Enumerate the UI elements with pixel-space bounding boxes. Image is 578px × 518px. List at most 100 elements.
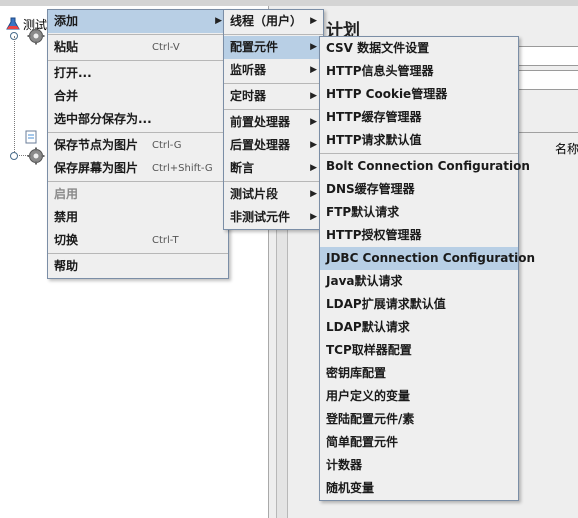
menu-item-label: 粘贴 (54, 40, 79, 54)
config-menu-item-jdbc-connection-configuration[interactable]: JDBC Connection Configuration (320, 247, 535, 270)
config-menu-item-item-18[interactable]: 简单配置元件 (320, 431, 518, 454)
document-icon (25, 130, 37, 144)
menu-item-shortcut: Ctrl-T (152, 235, 179, 246)
config-menu-item-item-17[interactable]: 登陆配置元件/素 (320, 408, 518, 431)
add-menu-item-item-3[interactable]: 监听器 ▶ (224, 59, 323, 82)
menu-item-label: HTTP Cookie管理器 (326, 87, 448, 101)
menu-item-label: 后置处理器 (230, 138, 291, 152)
menu-item-label: 监听器 (230, 63, 267, 77)
chevron-right-icon: ▶ (310, 189, 317, 199)
menu-item-label: FTP默认请求 (326, 205, 400, 219)
context-menu-item-item-11[interactable]: 启用 (48, 183, 228, 206)
config-menu-item-item-19[interactable]: 计数器 (320, 454, 518, 477)
menu-item-label: 非测试元件 (230, 210, 291, 224)
context-menu: 添加 ▶ 粘贴 Ctrl-V 打开... 合并选中部分保存为... 保存节点为图片 Ctrl-… (47, 9, 229, 279)
context-menu-item-item-8[interactable]: 保存节点为图片 Ctrl-G (48, 134, 228, 157)
menu-item-label: 前置处理器 (230, 115, 291, 129)
add-menu-item-item-11[interactable]: 测试片段 ▶ (224, 183, 323, 206)
config-menu-item-ldap[interactable]: LDAP默认请求 (320, 316, 518, 339)
config-menu-item-java[interactable]: Java默认请求 (320, 270, 518, 293)
config-menu-item-http[interactable]: HTTP请求默认值 (320, 129, 518, 152)
context-menu-item-item-12[interactable]: 禁用 (48, 206, 228, 229)
config-menu-item-http[interactable]: HTTP授权管理器 (320, 224, 518, 247)
menu-item-label: 切换 (54, 233, 79, 247)
chevron-right-icon: ▶ (310, 212, 317, 222)
menu-item-label: 选中部分保存为... (54, 112, 152, 126)
menu-item-label: 简单配置元件 (326, 435, 399, 449)
context-menu-item-item-6[interactable]: 选中部分保存为... (48, 108, 228, 131)
chevron-right-icon: ▶ (310, 91, 317, 101)
menu-separator (48, 60, 228, 61)
menu-item-label: 断言 (230, 161, 255, 175)
menu-item-label: LDAP默认请求 (326, 320, 410, 334)
menu-item-label: 启用 (54, 187, 79, 201)
add-menu-item-item-7[interactable]: 前置处理器 ▶ (224, 111, 323, 134)
menu-separator (48, 132, 228, 133)
menu-item-label: HTTP信息头管理器 (326, 64, 434, 78)
context-menu-item-item-9[interactable]: 保存屏幕为图片 Ctrl+Shift-G (48, 157, 228, 180)
config-menu-item-bolt-connection-configuration[interactable]: Bolt Connection Configuration (320, 155, 530, 178)
menu-separator (48, 34, 228, 35)
tree-expand-toggle[interactable] (10, 152, 18, 160)
menu-item-label: 添加 (54, 14, 79, 28)
config-menu-item-item-15[interactable]: 密钥库配置 (320, 362, 518, 385)
tree-connector (14, 36, 15, 156)
add-submenu: 线程（用户） ▶ 配置元件 ▶ 监听器 ▶ 定时器 ▶ 前置处理器 ▶ 后置处理器 ▶ 断言 ▶ 测试片段 ▶… (223, 9, 324, 230)
config-menu-item-ftp[interactable]: FTP默认请求 (320, 201, 518, 224)
config-menu-item-item-20[interactable]: 随机变量 (320, 477, 518, 500)
menu-item-label: LDAP扩展请求默认值 (326, 297, 446, 311)
menu-separator (224, 83, 323, 84)
menu-item-shortcut: Ctrl-V (152, 42, 180, 53)
add-menu-item-item-9[interactable]: 断言 ▶ (224, 157, 323, 180)
chevron-right-icon: ▶ (310, 65, 317, 75)
menu-separator (224, 109, 323, 110)
menu-separator (224, 181, 323, 182)
table-column-header: 名称 (555, 142, 578, 156)
config-menu-item-csv[interactable]: CSV 数据文件设置 (320, 37, 518, 60)
context-menu-item-item-0[interactable]: 添加 ▶ (48, 10, 228, 33)
config-menu-item-http[interactable]: HTTP缓存管理器 (320, 106, 518, 129)
add-menu-item-item-8[interactable]: 后置处理器 ▶ (224, 134, 323, 157)
context-menu-item-item-4[interactable]: 打开... (48, 62, 228, 85)
chevron-right-icon: ▶ (310, 16, 317, 26)
menu-item-label: Java默认请求 (326, 274, 403, 288)
config-menu-item-ldap[interactable]: LDAP扩展请求默认值 (320, 293, 518, 316)
menu-item-label: 随机变量 (326, 481, 375, 495)
menu-separator (320, 153, 518, 154)
add-menu-item-item-12[interactable]: 非测试元件 ▶ (224, 206, 323, 229)
menu-item-label: 登陆配置元件/素 (326, 412, 415, 426)
add-menu-item-item-0[interactable]: 线程（用户） ▶ (224, 10, 323, 33)
menu-item-label: 密钥库配置 (326, 366, 387, 380)
menu-separator (48, 253, 228, 254)
config-menu-item-http-cookie[interactable]: HTTP Cookie管理器 (320, 83, 518, 106)
menu-item-label: 线程（用户） (230, 14, 303, 28)
menu-item-label: 保存节点为图片 (54, 138, 139, 152)
chevron-right-icon: ▶ (310, 42, 317, 52)
tree-child-node[interactable] (24, 130, 40, 144)
flask-icon (6, 17, 20, 30)
config-menu-item-tcp[interactable]: TCP取样器配置 (320, 339, 518, 362)
menu-item-label: HTTP授权管理器 (326, 228, 422, 242)
menu-item-label: DNS缓存管理器 (326, 182, 415, 196)
menu-separator (48, 181, 228, 182)
menu-item-label: Bolt Connection Configuration (326, 159, 530, 173)
context-menu-item-item-15[interactable]: 帮助 (48, 255, 228, 278)
menu-item-label: 保存屏幕为图片 (54, 161, 139, 175)
add-menu-item-item-2[interactable]: 配置元件 ▶ (224, 36, 323, 59)
config-menu-item-http[interactable]: HTTP信息头管理器 (320, 60, 518, 83)
chevron-right-icon: ▶ (310, 163, 317, 173)
menu-item-shortcut: Ctrl-G (152, 140, 182, 151)
add-menu-item-item-5[interactable]: 定时器 ▶ (224, 85, 323, 108)
context-menu-item-item-5[interactable]: 合并 (48, 85, 228, 108)
context-menu-item-item-2[interactable]: 粘贴 Ctrl-V (48, 36, 228, 59)
menu-item-label: HTTP缓存管理器 (326, 110, 422, 124)
config-menu-item-item-16[interactable]: 用户定义的变量 (320, 385, 518, 408)
menu-item-label: 用户定义的变量 (326, 389, 411, 403)
menu-item-label: 测试片段 (230, 187, 279, 201)
gear-icon (27, 27, 45, 45)
config-menu-item-dns[interactable]: DNS缓存管理器 (320, 178, 518, 201)
menu-item-label: 帮助 (54, 259, 79, 273)
context-menu-item-item-13[interactable]: 切换 Ctrl-T (48, 229, 228, 252)
menu-item-label: 配置元件 (230, 40, 279, 54)
menu-item-label: 计数器 (326, 458, 363, 472)
